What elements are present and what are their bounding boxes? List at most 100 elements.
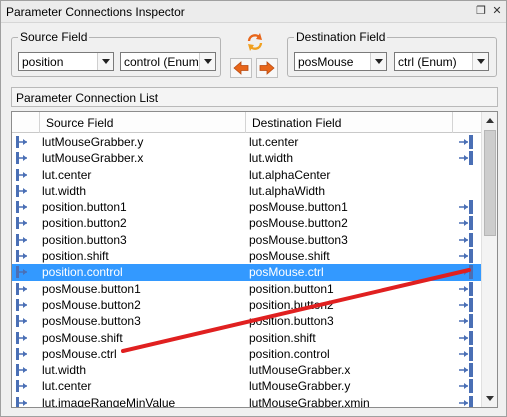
- destination-cell: lutMouseGrabber.y: [249, 379, 351, 394]
- table-row[interactable]: lut.imageRangeMinValue lutMouseGrabber.xm…: [12, 395, 481, 408]
- table-row[interactable]: lutMouseGrabber.x lut.width: [12, 150, 481, 166]
- table-row[interactable]: lut.width lut.alphaWidth: [12, 183, 481, 199]
- source-type-combo[interactable]: control (Enum): [120, 52, 216, 71]
- input-port-icon: [15, 347, 29, 361]
- destination-cell: lutMouseGrabber.x: [249, 363, 351, 378]
- input-port-icon: [15, 233, 29, 247]
- destination-cell: position.control: [249, 346, 330, 361]
- input-port-icon: [15, 168, 29, 182]
- arrow-right-button[interactable]: [256, 58, 278, 78]
- connection-table: Source Field Destination Field lutMouseG…: [11, 111, 498, 408]
- scroll-down-icon[interactable]: [482, 390, 497, 407]
- column-header-source[interactable]: Source Field: [40, 112, 246, 133]
- inspector-window: Parameter Connections Inspector ❐ ✕ Sour…: [0, 0, 507, 417]
- input-port-icon: [15, 379, 29, 393]
- destination-type-combo[interactable]: ctrl (Enum): [394, 52, 489, 71]
- input-port-icon: [15, 396, 29, 407]
- destination-cell: lutMouseGrabber.xmin: [249, 395, 370, 408]
- scroll-up-icon[interactable]: [482, 112, 497, 129]
- table-row[interactable]: posMouse.button1 position.button1: [12, 281, 481, 297]
- table-row[interactable]: position.button3 posMouse.button3: [12, 232, 481, 248]
- table-row[interactable]: posMouse.ctrl position.control: [12, 346, 481, 362]
- destination-cell: position.button1: [249, 281, 334, 296]
- column-header-destination[interactable]: Destination Field: [246, 112, 453, 133]
- table-row[interactable]: lut.width lutMouseGrabber.x: [12, 362, 481, 378]
- table-row[interactable]: posMouse.button2 position.button2: [12, 297, 481, 313]
- input-port-icon: [15, 282, 29, 296]
- source-type-value: control (Enum): [124, 55, 203, 69]
- destination-cell: posMouse.ctrl: [249, 265, 324, 280]
- table-row[interactable]: lut.center lutMouseGrabber.y: [12, 378, 481, 394]
- destination-cell: posMouse.button3: [249, 232, 348, 247]
- output-port-icon: [458, 281, 474, 296]
- table-row[interactable]: position.control posMouse.ctrl: [12, 264, 481, 281]
- output-port-icon: [458, 297, 474, 312]
- destination-cell: position.button3: [249, 314, 334, 329]
- table-row[interactable]: lutMouseGrabber.y lut.center: [12, 134, 481, 150]
- table-header: Source Field Destination Field: [12, 112, 481, 133]
- destination-cell: lut.width: [249, 151, 294, 166]
- chevron-down-icon[interactable]: [97, 53, 113, 70]
- output-port-icon: [458, 200, 474, 215]
- column-header-left-port: [12, 112, 40, 133]
- destination-cell: posMouse.button2: [249, 216, 348, 231]
- chevron-down-icon[interactable]: [199, 53, 215, 70]
- table-row[interactable]: position.button1 posMouse.button1: [12, 199, 481, 215]
- input-port-icon: [15, 216, 29, 230]
- column-header-source-label: Source Field: [46, 116, 114, 130]
- output-port-icon: [458, 314, 474, 329]
- input-port-icon: [15, 200, 29, 214]
- source-cell: lut.center: [42, 379, 92, 394]
- column-header-destination-label: Destination Field: [252, 116, 342, 130]
- output-port-icon: [458, 363, 474, 378]
- source-cell: lutMouseGrabber.y: [42, 135, 144, 149]
- window-title: Parameter Connections Inspector: [6, 5, 185, 19]
- connection-list-header: Parameter Connection List: [11, 87, 498, 107]
- source-cell: posMouse.ctrl: [42, 346, 117, 361]
- vertical-scrollbar[interactable]: [481, 112, 497, 407]
- source-field-combo[interactable]: position: [18, 52, 114, 71]
- source-field-value: position: [22, 55, 64, 69]
- restore-icon[interactable]: ❐: [474, 4, 488, 18]
- destination-field-combo[interactable]: posMouse: [294, 52, 387, 71]
- output-port-icon: [458, 135, 474, 149]
- source-cell: position.shift: [42, 249, 109, 264]
- chevron-down-icon[interactable]: [370, 53, 386, 70]
- source-cell: position.control: [42, 265, 123, 280]
- arrow-left-button[interactable]: [230, 58, 252, 78]
- table-row[interactable]: position.button2 posMouse.button2: [12, 215, 481, 231]
- source-cell: posMouse.shift: [42, 330, 123, 345]
- table-row[interactable]: position.shift posMouse.shift: [12, 248, 481, 264]
- output-port-icon: [458, 216, 474, 231]
- source-cell: lut.imageRangeMinValue: [42, 395, 176, 408]
- table-rows: lutMouseGrabber.y lut.center lutMouseGrabb…: [12, 134, 481, 408]
- input-port-icon: [15, 363, 29, 377]
- input-port-icon: [15, 298, 29, 312]
- input-port-icon: [15, 331, 29, 345]
- output-port-icon: [458, 330, 474, 345]
- table-row[interactable]: posMouse.button3 position.button3: [12, 313, 481, 329]
- scroll-thumb[interactable]: [484, 130, 496, 236]
- input-port-icon: [15, 184, 29, 198]
- source-cell: position.button3: [42, 232, 127, 247]
- destination-cell: lut.alphaWidth: [249, 183, 326, 198]
- source-cell: lut.width: [42, 363, 87, 378]
- input-port-icon: [15, 265, 29, 279]
- input-port-icon: [15, 249, 29, 263]
- source-cell: lutMouseGrabber.x: [42, 151, 144, 166]
- destination-cell: posMouse.button1: [249, 200, 348, 215]
- destination-cell: lut.center: [249, 135, 299, 149]
- destination-cell: lut.alphaCenter: [249, 167, 331, 182]
- swap-arrows-icon[interactable]: [245, 32, 265, 52]
- chevron-down-icon[interactable]: [472, 53, 488, 70]
- arrow-right-icon: [259, 61, 275, 75]
- output-port-icon: [458, 151, 474, 166]
- source-field-legend: Source Field: [18, 30, 90, 44]
- table-row[interactable]: lut.center lut.alphaCenter: [12, 167, 481, 183]
- close-icon[interactable]: ✕: [490, 4, 504, 18]
- input-port-icon: [15, 135, 29, 149]
- table-row[interactable]: posMouse.shift position.shift: [12, 330, 481, 346]
- output-port-icon: [458, 346, 474, 361]
- input-port-icon: [15, 314, 29, 328]
- destination-field-legend: Destination Field: [294, 30, 388, 44]
